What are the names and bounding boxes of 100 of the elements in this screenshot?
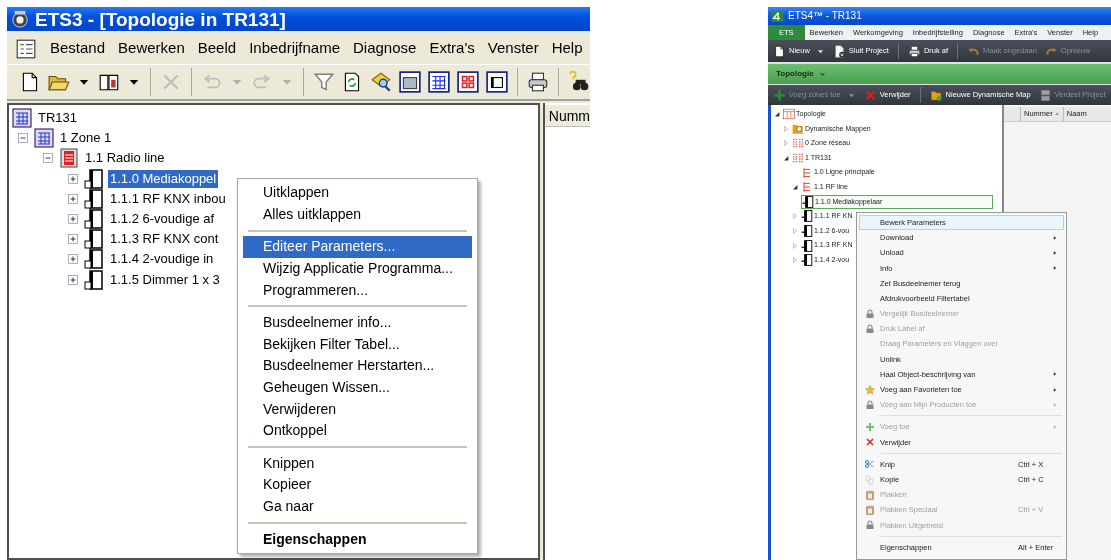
cross-icon xyxy=(865,437,875,448)
copy-icon xyxy=(865,474,875,485)
submenu-arrow-icon xyxy=(1052,386,1058,393)
printer-icon xyxy=(907,44,921,58)
app-logo-icon xyxy=(771,9,784,23)
window-title: ETS3 - [Topologie in TR131] xyxy=(35,9,286,29)
plus-icon xyxy=(773,88,786,102)
tree-item[interactable]: 1.1.5 Dimmer 1 x 3 xyxy=(108,270,222,289)
magnifier-icon[interactable] xyxy=(370,71,393,93)
menu-item[interactable]: Kopieer xyxy=(243,474,472,496)
tree-item[interactable]: 1.1.2 6-voudige af xyxy=(108,210,217,229)
menu-item[interactable]: Ontkoppel xyxy=(243,419,472,442)
menu-item[interactable]: Ga naar xyxy=(243,495,472,518)
scissors-icon xyxy=(865,459,875,470)
device-icon xyxy=(801,210,813,223)
tree-item[interactable]: 1.1 Radio line xyxy=(83,149,167,168)
device-icon xyxy=(801,239,813,252)
topology-icon xyxy=(783,108,795,121)
menu-item[interactable]: Editeer Parameters... xyxy=(243,236,472,258)
column-header[interactable]: Numm xyxy=(544,105,590,127)
expanded-arrow-icon[interactable] xyxy=(773,110,781,119)
menu-item[interactable]: Busdeelnemer Herstarten... xyxy=(243,355,472,377)
expand-toggle-icon[interactable] xyxy=(68,173,78,184)
panel-view-icon[interactable] xyxy=(399,71,422,93)
tree-item[interactable]: 1.1.4 2-voudige in xyxy=(108,250,216,269)
menu-item[interactable]: Bestand xyxy=(50,37,106,60)
star-icon xyxy=(865,384,875,395)
document-icon xyxy=(1038,88,1052,102)
grid-icon xyxy=(34,128,54,149)
menu-item[interactable]: Geheugen Wissen... xyxy=(243,376,472,399)
menu-item[interactable]: Busdeelnemer info... xyxy=(243,311,472,334)
device-icon xyxy=(84,209,104,230)
submenu-arrow-icon xyxy=(1052,371,1058,378)
tree-item[interactable]: 1.1.1 RF KNX inbou xyxy=(108,189,228,208)
menu-item[interactable]: Wijzig Applicatie Programma... xyxy=(243,257,472,280)
menu-item[interactable]: Uitklappen xyxy=(243,182,472,204)
tree-item[interactable]: TR131 xyxy=(36,109,80,128)
collapse-toggle-icon[interactable] xyxy=(18,133,28,144)
expand-toggle-icon[interactable] xyxy=(68,254,78,265)
window-view-icon[interactable] xyxy=(486,71,509,93)
menu-item[interactable]: Diagnose xyxy=(353,37,417,60)
menu-item[interactable]: Bekijken Filter Tabel... xyxy=(243,333,472,356)
window-title: ETS4™ - TR131 xyxy=(788,11,862,21)
expanded-arrow-icon[interactable] xyxy=(791,183,799,192)
device-icon xyxy=(84,168,104,189)
menu-item[interactable]: Beeld xyxy=(197,37,237,60)
padlock-icon xyxy=(865,399,875,410)
menu-item[interactable]: Eigenschappen xyxy=(243,528,472,550)
view-title[interactable]: Topologie xyxy=(776,68,814,80)
dynamic-folder-icon xyxy=(792,122,804,135)
clipboard-icon xyxy=(865,504,875,515)
expand-toggle-icon[interactable] xyxy=(68,234,78,245)
padlock-icon xyxy=(865,308,875,319)
line-icon xyxy=(801,181,813,194)
menu-item[interactable]: Help xyxy=(551,37,583,60)
close-project-icon xyxy=(832,44,846,58)
device-icon xyxy=(84,188,104,209)
submenu-arrow-icon xyxy=(1052,265,1058,272)
padlock-icon xyxy=(865,323,875,334)
submenu-arrow-icon xyxy=(1052,401,1058,408)
padlock-icon xyxy=(865,520,875,531)
plus-icon xyxy=(865,422,875,433)
printer-icon[interactable] xyxy=(527,71,549,93)
app-logo-icon xyxy=(11,10,29,28)
expand-toggle-icon[interactable] xyxy=(68,214,78,225)
tree-item[interactable]: 1.1.0 Mediakoppel xyxy=(108,169,219,188)
grid-icon xyxy=(12,108,32,129)
menu-item[interactable]: Inbedrijfname xyxy=(249,37,340,60)
tree-item[interactable]: 1.1.3 RF KNX cont xyxy=(108,230,221,249)
clipboard-icon xyxy=(865,489,875,500)
submenu-arrow-icon xyxy=(1052,424,1058,431)
sort-arrow-icon xyxy=(1053,111,1060,117)
device-icon xyxy=(801,254,813,267)
binoculars-icon[interactable] xyxy=(568,71,590,93)
menu-item[interactable]: Alles uitklappen xyxy=(243,203,472,226)
tree-item[interactable]: 1 Zone 1 xyxy=(58,129,114,148)
matrix-icon[interactable] xyxy=(457,71,480,93)
device-icon xyxy=(801,225,813,238)
menu-item[interactable]: Venster xyxy=(487,37,539,60)
expand-toggle-icon[interactable] xyxy=(68,193,78,204)
device-icon xyxy=(84,249,104,270)
expanded-arrow-icon[interactable] xyxy=(782,154,790,163)
funnel-icon[interactable] xyxy=(312,71,335,93)
submenu-arrow-icon xyxy=(1052,234,1058,241)
submenu-arrow-icon xyxy=(1052,249,1058,256)
device-icon xyxy=(84,269,104,290)
project-document-icon[interactable] xyxy=(15,37,37,60)
menu-item[interactable]: Verwijderen xyxy=(243,398,472,420)
device-icon xyxy=(802,195,814,208)
grid-view-icon[interactable] xyxy=(428,71,451,93)
folder-plus-icon xyxy=(929,88,943,102)
expand-toggle-icon[interactable] xyxy=(68,274,78,285)
collapse-toggle-icon[interactable] xyxy=(43,153,53,164)
cross-icon xyxy=(863,88,877,102)
menu-item[interactable]: Extra's xyxy=(429,37,475,60)
new-document-icon xyxy=(773,44,786,58)
device-icon xyxy=(84,229,104,250)
menu-item[interactable]: Programmeren... xyxy=(243,279,472,301)
menu-item[interactable]: Bewerken xyxy=(118,37,185,60)
menu-item[interactable]: Knippen xyxy=(243,452,472,475)
